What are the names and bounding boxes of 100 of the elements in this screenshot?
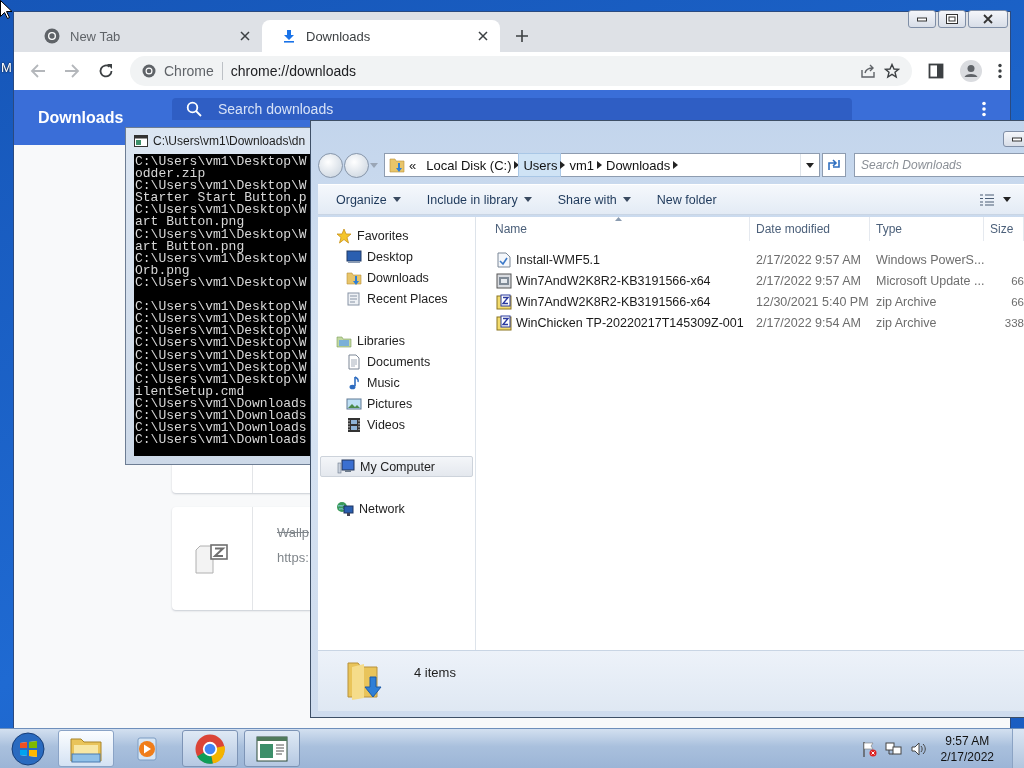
close-icon[interactable] (478, 31, 488, 41)
type-cell-text: Microsoft Update ... (875, 272, 984, 290)
toolbar-button[interactable]: Include in library (418, 188, 540, 211)
installer-icon (496, 272, 512, 289)
nav-item[interactable]: My Computer (320, 456, 473, 477)
console-line: C:\Users\vm1\Desktop\W (135, 337, 308, 350)
console-line: C:\Users\vm1\Desktop\W (135, 180, 308, 193)
console-line: C:\Users\vm1\Desktop\W (135, 301, 308, 314)
breadcrumb-arrow-icon[interactable] (514, 161, 520, 169)
console-line: C:\Users\vm1\Downloads (135, 409, 308, 423)
recent-places-icon (346, 290, 362, 307)
nav-item[interactable]: Music (318, 372, 475, 393)
forward-arrow-icon (64, 63, 80, 79)
console-window-icon (134, 135, 148, 147)
caret-icon (1003, 197, 1011, 202)
search-field[interactable]: Search Downloads (854, 153, 1024, 177)
console-line: C:\Users\vm1\Desktop\W (135, 156, 308, 169)
menu-icon[interactable] (998, 63, 1002, 79)
speaker-icon[interactable] (910, 740, 927, 757)
console-line: Starter Start Button.p (135, 192, 308, 205)
nav-item[interactable]: Network (318, 498, 475, 519)
nav-item[interactable]: Libraries (318, 330, 475, 351)
search-field[interactable]: Search downloads (172, 98, 852, 120)
plus-icon (515, 29, 529, 43)
side-panel-icon[interactable] (928, 63, 944, 79)
taskbar-button[interactable] (58, 730, 114, 767)
console-line: Orb.png (135, 264, 190, 277)
sort-arrow-icon (615, 217, 622, 221)
file-name-cell[interactable]: Win7AndW2K8R2-KB3191566-x64 (476, 291, 750, 312)
file-name[interactable]: Wallp (277, 525, 310, 540)
breadcrumb-arrow-icon[interactable] (673, 161, 679, 169)
nav-item[interactable]: Downloads (318, 267, 475, 288)
console-line: C:\Users\vm1\Desktop\W (135, 349, 308, 362)
taskbar-button[interactable] (182, 730, 238, 767)
bookmark-star-icon[interactable] (884, 63, 900, 79)
file-name-cell[interactable]: Install-WMF5.1 (476, 249, 750, 270)
url-text: chrome://downloads (230, 63, 358, 79)
reload-icon (98, 63, 114, 79)
start-orb-icon (11, 731, 45, 766)
share-icon[interactable] (860, 63, 876, 79)
console-line: C:\Users\vm1\Desktop\W (135, 373, 308, 386)
breadcrumb[interactable]: vm1 (565, 154, 597, 176)
caret-icon[interactable] (806, 162, 814, 168)
clock-date[interactable]: 2/17/2022 (940, 748, 994, 765)
browser-icon (195, 733, 225, 764)
column-header[interactable]: Date modified (750, 217, 870, 241)
start-button[interactable] (8, 729, 48, 768)
address-bar[interactable]: « Local Disk (C:) Users vm1 Downloads (384, 153, 820, 177)
minimize-button[interactable] (1003, 131, 1024, 147)
file-url: https: (277, 550, 310, 565)
breadcrumb-arrow-icon[interactable] (560, 161, 566, 169)
site-label: Chrome (164, 63, 214, 79)
window-title: C:\Users\vm1\Downloads\dn (153, 134, 306, 148)
refresh-button[interactable] (822, 153, 846, 177)
browser-tab[interactable]: New Tab (24, 20, 262, 52)
console-line: C:\Users\vm1\Desktop\W (135, 361, 308, 374)
file-name-cell[interactable]: WinChicken TP-20220217T145309Z-001 (476, 312, 750, 333)
nav-item[interactable]: Desktop (318, 246, 475, 267)
nav-item[interactable]: Documents (318, 351, 475, 372)
breadcrumb[interactable]: Users (519, 154, 561, 176)
maximize-button[interactable] (938, 10, 966, 28)
breadcrumb[interactable]: Downloads (602, 154, 674, 176)
profile-avatar-icon[interactable] (960, 60, 982, 82)
browser-icon (44, 28, 60, 44)
desktop-icon-label[interactable]: M (1, 60, 12, 75)
date-cell-text: 2/17/2022 9:57 AM (755, 251, 862, 269)
action-center-flag-icon[interactable] (860, 740, 877, 757)
toolbar-button[interactable]: Organize (328, 188, 409, 211)
console-line: art Button.png (135, 240, 245, 253)
downloads-folder-icon (346, 269, 362, 286)
column-header[interactable]: Name (476, 217, 750, 241)
back-arrow-icon (30, 63, 46, 79)
console-line: C:\Users\vm1\Desktop\W (135, 252, 308, 265)
toolbar-button[interactable]: New folder (648, 188, 725, 211)
clock-time[interactable]: 9:57 AM (945, 732, 990, 749)
column-header[interactable]: Type (870, 217, 984, 241)
breadcrumb-arrow-icon[interactable] (597, 161, 602, 169)
network-status-icon[interactable] (884, 740, 903, 757)
nav-item[interactable]: Favorites (318, 225, 475, 246)
more-options-icon[interactable] (982, 101, 986, 117)
date-cell-text: 12/30/2021 5:40 PM (755, 293, 870, 311)
column-header[interactable]: Size (984, 217, 1024, 241)
size-cell-text: 66 (1010, 294, 1024, 310)
overflow-marker[interactable]: « (405, 157, 423, 173)
console-line: C:\Users\vm1\Downloads (135, 397, 308, 410)
status-text: 4 items (414, 665, 456, 680)
file-name-cell[interactable]: Win7AndW2K8R2-KB3191566-x64 (476, 270, 750, 291)
breadcrumb[interactable]: Local Disk (C:) (422, 154, 515, 176)
taskbar-button[interactable] (244, 730, 300, 767)
address-bar[interactable]: Chrome chrome://downloads (130, 56, 912, 86)
toolbar-button[interactable]: Share with (549, 188, 639, 211)
close-button[interactable] (968, 10, 1008, 28)
browser-tab[interactable]: Downloads (262, 20, 500, 52)
close-icon[interactable] (240, 31, 250, 41)
nav-item[interactable]: Videos (318, 414, 475, 435)
nav-item[interactable]: Recent Places (318, 288, 475, 309)
minimize-button[interactable] (908, 10, 936, 28)
browser-icon (142, 64, 156, 78)
nav-item[interactable]: Pictures (318, 393, 475, 414)
download-icon (282, 29, 296, 43)
